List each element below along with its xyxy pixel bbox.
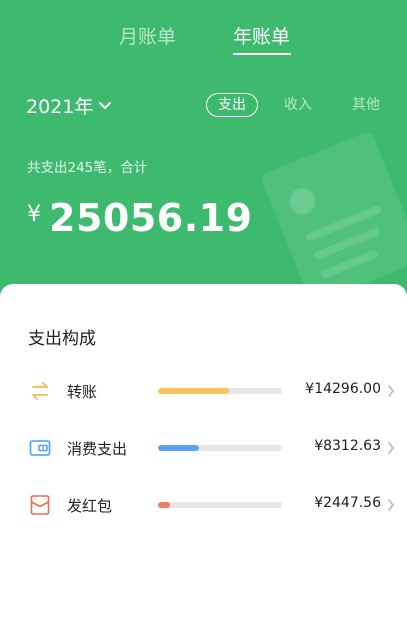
filter-expense[interactable]: 支出 xyxy=(206,93,258,117)
breakdown-row-transfer[interactable]: 转账 ¥14296.00 xyxy=(0,371,407,411)
chevron-right-icon xyxy=(388,385,394,397)
total-value: 25056.19 xyxy=(49,196,253,240)
row-label: 发红包 xyxy=(67,497,113,515)
transfer-icon xyxy=(32,382,48,400)
filter-income[interactable]: 收入 xyxy=(284,94,312,116)
row-amount: ¥14296.00 xyxy=(305,381,381,397)
chevron-down-icon xyxy=(99,101,112,109)
progress-track xyxy=(158,388,282,394)
currency-symbol: ¥ xyxy=(27,202,41,227)
progress-track xyxy=(158,502,282,508)
year-selector[interactable]: 2021年 xyxy=(26,92,112,119)
progress-fill xyxy=(158,388,229,394)
progress-fill xyxy=(158,502,171,508)
row-label: 转账 xyxy=(67,383,98,401)
chevron-right-icon xyxy=(388,442,394,454)
bill-tabs: 月账单 年账单 xyxy=(0,22,407,56)
breakdown-row-red-envelope[interactable]: 发红包 ¥2447.56 xyxy=(0,485,407,525)
header-panel: 月账单 年账单 2021年 支出 收入 其他 共支出245笔，合计 ¥25056… xyxy=(0,0,407,310)
section-title: 支出构成 xyxy=(28,329,96,349)
row-amount: ¥8312.63 xyxy=(314,438,381,454)
row-amount: ¥2447.56 xyxy=(314,495,381,511)
progress-fill xyxy=(158,445,199,451)
tab-active-indicator xyxy=(233,53,291,55)
breakdown-card: 支出构成 转账 ¥14296.00 消费支出 ¥8312.63 发红包 ¥244… xyxy=(0,284,407,628)
total-amount: ¥25056.19 xyxy=(27,196,253,240)
wallet-icon xyxy=(29,440,51,456)
breakdown-row-consumption[interactable]: 消费支出 ¥8312.63 xyxy=(0,428,407,468)
card-illustration-icon xyxy=(262,132,407,300)
year-label: 2021年 xyxy=(26,96,94,118)
tab-month-bill[interactable]: 月账单 xyxy=(119,22,176,49)
chevron-right-icon xyxy=(388,499,394,511)
row-label: 消费支出 xyxy=(67,440,128,458)
red-envelope-icon xyxy=(30,495,50,515)
filter-other[interactable]: 其他 xyxy=(352,94,380,116)
progress-track xyxy=(158,445,282,451)
summary-text: 共支出245笔，合计 xyxy=(27,160,148,176)
tab-year-bill[interactable]: 年账单 xyxy=(233,22,290,49)
